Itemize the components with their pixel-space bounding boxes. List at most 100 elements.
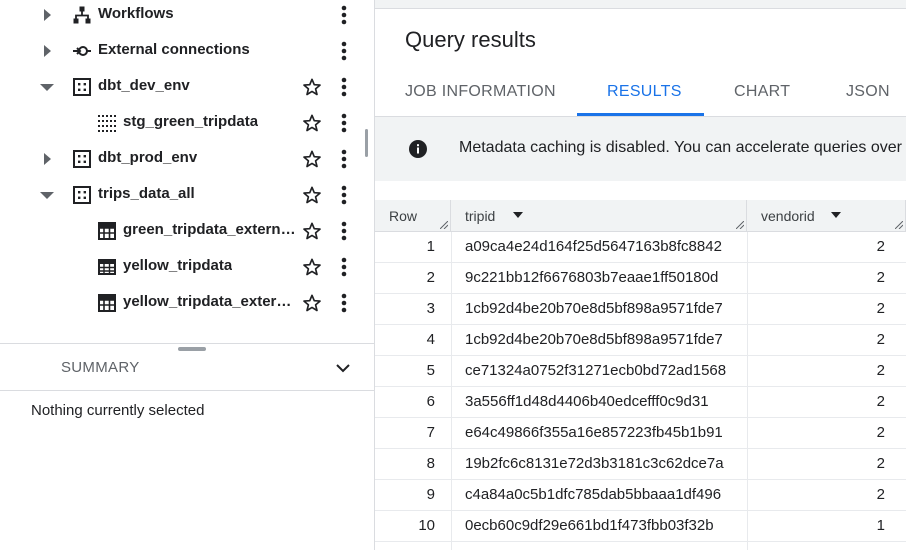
row-number-cell: 2 [426, 269, 435, 286]
column-divider [451, 232, 452, 550]
more-vert-icon[interactable] [334, 292, 354, 314]
explorer-item-label: stg_green_tripdata [123, 113, 259, 130]
explorer-scrollbar[interactable] [365, 129, 368, 157]
table-row[interactable]: 3 1cb92d4be20b70e8d5bf898a9571fde7 2 [375, 294, 906, 325]
panel-resize-handle[interactable] [178, 347, 206, 351]
vendorid-cell: 2 [876, 455, 885, 472]
tab-json[interactable]: JSON [846, 83, 890, 101]
tripid-cell: a09ca4e24d164f25d5647163b8fc8842 [465, 238, 722, 255]
vendorid-cell: 2 [876, 238, 885, 255]
tab-chart[interactable]: CHART [734, 83, 790, 101]
tripid-cell: 1cb92d4be20b70e8d5bf898a9571fde7 [465, 300, 723, 317]
explorer-item[interactable]: trips_data_all [0, 177, 360, 213]
star-icon[interactable] [302, 185, 322, 205]
table-row[interactable]: 2 9c221bb12f6676803b7eaae1ff50180d 2 [375, 263, 906, 294]
table-row[interactable]: 1 a09ca4e24d164f25d5647163b8fc8842 2 [375, 232, 906, 263]
vendorid-cell: 1 [876, 517, 885, 534]
row-number-cell: 9 [426, 486, 435, 503]
chevron-down-icon[interactable] [38, 186, 56, 204]
star-icon[interactable] [302, 77, 322, 97]
table-row[interactable]: 10 0ecb60c9df29e661bd1f473fbb03f32b 1 [375, 511, 906, 542]
more-vert-icon[interactable] [334, 148, 354, 170]
resize-grip-icon[interactable] [895, 221, 903, 229]
external-table-icon [98, 222, 116, 240]
vendorid-cell: 2 [876, 300, 885, 317]
summary-empty-text: Nothing currently selected [31, 402, 205, 419]
column-header-vendorid[interactable]: vendorid [747, 200, 906, 232]
explorer-item[interactable]: yellow_tripdata_externa… [0, 285, 360, 321]
more-vert-icon[interactable] [334, 184, 354, 206]
vendorid-cell: 2 [876, 424, 885, 441]
column-header-label: tripid [465, 208, 496, 224]
star-icon[interactable] [302, 257, 322, 277]
explorer-item[interactable]: dbt_prod_env [0, 141, 360, 177]
chevron-right-icon[interactable] [38, 150, 56, 168]
tab-job-information[interactable]: JOB INFORMATION [405, 83, 556, 101]
more-vert-icon[interactable] [334, 112, 354, 134]
explorer-item-label: yellow_tripdata_externa… [123, 293, 296, 310]
view-icon [98, 115, 116, 132]
chevron-down-icon[interactable] [38, 78, 56, 96]
sort-arrow-icon[interactable] [513, 212, 523, 218]
active-tab-indicator [577, 113, 704, 116]
vendorid-cell: 2 [876, 331, 885, 348]
tab-results[interactable]: RESULTS [607, 83, 682, 101]
explorer-item-label: dbt_dev_env [98, 77, 190, 94]
table-row[interactable]: 5 ce71324a0752f31271ecb0bd72ad1568 2 [375, 356, 906, 387]
column-header-row[interactable]: Row [375, 200, 451, 232]
chevron-down-icon[interactable] [333, 358, 353, 378]
explorer-item[interactable]: External connections [0, 33, 360, 69]
top-band [375, 0, 906, 9]
explorer-item[interactable]: yellow_tripdata [0, 249, 360, 285]
star-icon[interactable] [302, 221, 322, 241]
column-header-tripid[interactable]: tripid [451, 200, 747, 232]
row-number-cell: 7 [426, 424, 435, 441]
summary-header[interactable]: SUMMARY [0, 345, 374, 391]
table-row[interactable]: 8 19b2fc6c8131e72d3b3181c3c62dce7a 2 [375, 449, 906, 480]
explorer-item[interactable]: green_tripdata_external… [0, 213, 360, 249]
sort-arrow-icon[interactable] [831, 212, 841, 218]
info-icon [409, 140, 427, 158]
dataset-icon [73, 78, 91, 96]
more-vert-icon[interactable] [334, 220, 354, 242]
vendorid-cell: 2 [876, 393, 885, 410]
explorer-item-label: yellow_tripdata [123, 257, 233, 274]
resize-grip-icon[interactable] [736, 221, 744, 229]
banner-text: Metadata caching is disabled. You can ac… [459, 139, 902, 156]
external-table-icon [98, 294, 116, 312]
explorer-panel: Workflows External connections dbt_dev_env… [0, 0, 374, 550]
table-row[interactable]: 9 c4a84a0c5b1dfc785dab5bbaaa1df496 2 [375, 480, 906, 511]
summary-title: SUMMARY [61, 359, 140, 376]
external-connection-icon [73, 46, 91, 56]
dataset-icon [73, 186, 91, 204]
tripid-cell: c4a84a0c5b1dfc785dab5bbaaa1df496 [465, 486, 722, 503]
explorer-item-label: dbt_prod_env [98, 149, 198, 166]
resize-grip-icon[interactable] [440, 221, 448, 229]
table-row[interactable]: 7 e64c49866f355a16e857223fb45b1b91 2 [375, 418, 906, 449]
more-vert-icon[interactable] [334, 40, 354, 62]
table-row[interactable]: 6 3a556ff1d48d4406b40edcefff0c9d31 2 [375, 387, 906, 418]
explorer-item[interactable]: dbt_dev_env [0, 69, 360, 105]
workflow-icon [73, 6, 91, 24]
chevron-right-icon[interactable] [38, 42, 56, 60]
vendorid-cell: 2 [876, 269, 885, 286]
explorer-item-label: trips_data_all [98, 185, 195, 202]
chevron-right-icon[interactable] [38, 6, 56, 24]
more-vert-icon[interactable] [334, 4, 354, 26]
column-header-label: vendorid [761, 208, 815, 224]
star-icon[interactable] [302, 149, 322, 169]
star-icon[interactable] [302, 293, 322, 313]
info-banner: Metadata caching is disabled. You can ac… [375, 117, 906, 181]
more-vert-icon[interactable] [334, 76, 354, 98]
row-number-cell: 10 [418, 517, 435, 534]
tripid-cell: e64c49866f355a16e857223fb45b1b91 [465, 424, 723, 441]
results-tabs: JOB INFORMATION RESULTS CHART JSON [375, 70, 906, 117]
explorer-item[interactable]: Workflows [0, 0, 360, 33]
more-vert-icon[interactable] [334, 256, 354, 278]
explorer-item[interactable]: stg_green_tripdata [0, 105, 360, 141]
explorer-item-label: External connections [98, 41, 250, 58]
row-number-cell: 1 [426, 238, 435, 255]
table-row[interactable]: 4 1cb92d4be20b70e8d5bf898a9571fde7 2 [375, 325, 906, 356]
star-icon[interactable] [302, 113, 322, 133]
row-number-cell: 3 [426, 300, 435, 317]
